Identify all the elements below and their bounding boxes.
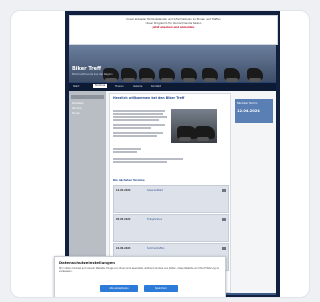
page-title: Herzlich willkommen bei den Biker Treff (113, 96, 185, 100)
cookie-title: Datenschutzeinstellungen (59, 260, 115, 265)
nav-termine[interactable]: Termine (93, 84, 108, 88)
motorcycle-icon (202, 68, 218, 82)
event-name[interactable]: Frühjahrstour (147, 218, 162, 221)
motorcycle-icon (159, 68, 175, 82)
motorcycle-icon (121, 68, 137, 82)
events-heading: Die nächsten Termine (113, 179, 145, 182)
calendar-icon[interactable] (222, 247, 226, 250)
motorcycle-icon (247, 68, 263, 82)
motorcycle-icon (195, 126, 215, 141)
text-line (113, 119, 159, 121)
calendar-icon[interactable] (222, 218, 226, 221)
save-settings-button[interactable]: Speichern (144, 285, 178, 292)
motorcycle-photo (171, 109, 217, 143)
text-line (113, 161, 167, 163)
top-notice: Unser aktueller Terminkalender und Infor… (69, 15, 278, 45)
accept-all-button[interactable]: Alle akzeptieren (100, 285, 138, 292)
hero-banner: Biker Treff Motorradfreunde aus der Regi… (69, 45, 276, 82)
text-line (113, 113, 163, 115)
next-event-box[interactable]: Nächster Termin 12.04.2024 (235, 99, 273, 123)
text-line (113, 148, 141, 150)
calendar-icon[interactable] (222, 189, 226, 192)
event-row[interactable]: 05.05.2024 Frühjahrstour (113, 214, 229, 242)
text-line (113, 151, 137, 153)
motorcycle-icon (177, 126, 197, 141)
sidebar-header (71, 95, 104, 99)
text-line (113, 135, 157, 137)
sidebar-link[interactable]: Termine (72, 107, 81, 110)
text-line (113, 124, 165, 126)
event-row[interactable]: 12.04.2024 Saisonauftakt (113, 185, 229, 213)
preview-card: Unser aktueller Terminkalender und Infor… (10, 10, 310, 298)
event-date: 12.04.2024 (116, 189, 131, 192)
next-event-date: 12.04.2024 (237, 109, 260, 113)
nav-kontakt[interactable]: Kontakt (151, 85, 161, 88)
nav-galerie[interactable]: Galerie (133, 85, 142, 88)
sidebar-link[interactable]: Startseite (72, 102, 84, 105)
right-sidebar: Nächster Termin 12.04.2024 (235, 99, 273, 139)
nav-start[interactable]: Start (73, 85, 79, 88)
event-name[interactable]: Saisonauftakt (147, 189, 163, 192)
site-tagline: Motorradfreunde aus der Region (72, 73, 113, 76)
event-date: 05.05.2024 (116, 218, 131, 221)
text-line (113, 132, 163, 134)
website-screenshot: Unser aktueller Terminkalender und Infor… (65, 11, 280, 297)
text-line (113, 110, 165, 112)
nav-touren[interactable]: Touren (115, 85, 124, 88)
motorcycle-icon (139, 68, 155, 82)
sidebar-link[interactable]: Touren (72, 112, 80, 115)
motorcycle-icon (224, 68, 240, 82)
site-brand[interactable]: Biker Treff (72, 66, 101, 72)
text-line (113, 116, 167, 118)
notice-link[interactable]: jetzt ansehen und anmelden (70, 26, 277, 30)
cookie-text: Wir nutzen Cookies auf unserer Website. … (59, 267, 220, 274)
event-name[interactable]: Sommertreffen (147, 247, 164, 250)
event-date: 16.06.2024 (116, 247, 131, 250)
cookie-consent-dialog: Datenschutzeinstellungen Wir nutzen Cook… (54, 256, 226, 297)
text-line (113, 158, 183, 160)
next-event-label: Nächster Termin (237, 102, 258, 105)
motorcycle-icon (181, 68, 197, 82)
text-line (113, 127, 151, 129)
